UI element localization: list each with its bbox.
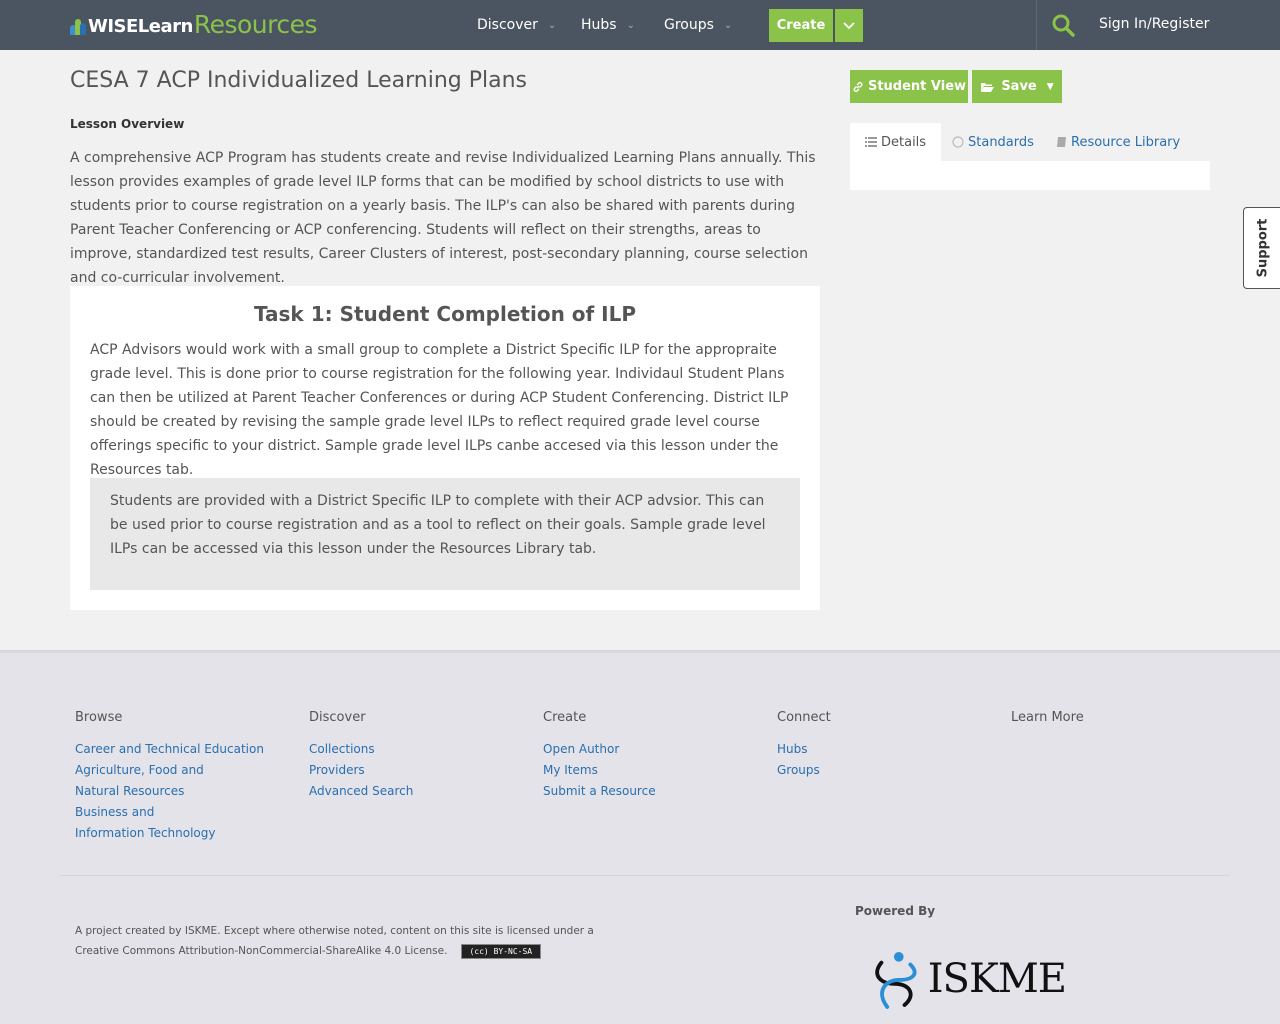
chevron-down-icon: ⌄ (626, 19, 635, 31)
support-tab[interactable]: Support (1243, 207, 1280, 289)
footer-link[interactable]: Hubs (777, 739, 977, 760)
footer-link[interactable]: Providers (309, 760, 509, 781)
nav-hubs[interactable]: Hubs ⌄ (581, 0, 635, 50)
details-panel (850, 161, 1210, 190)
chevron-down-icon (843, 21, 855, 29)
task-title: Task 1: Student Completion of ILP (253, 302, 637, 326)
iskme-logo[interactable]: ISKME (866, 944, 1067, 1014)
footer-link[interactable]: Agriculture, Food and Natural Resources (75, 760, 245, 802)
tab-details-label: Details (881, 134, 927, 150)
footer-col-connect: Connect Hubs Groups (777, 710, 977, 781)
footer-heading: Connect (777, 710, 831, 725)
footer-link[interactable]: Business and Information Technology (75, 802, 225, 844)
footer-heading: Learn More (1011, 710, 1084, 725)
footer-heading: Discover (309, 710, 366, 725)
folder-open-icon (981, 82, 995, 92)
student-instructions-text: Students are provided with a District Sp… (110, 493, 766, 557)
footer-col-learn-more: Learn More (1011, 710, 1211, 739)
create-dropdown-button[interactable] (835, 9, 863, 42)
footer-heading: Browse (75, 710, 123, 725)
resource-tabs: Details Standards Resource Library (850, 123, 1210, 161)
footer-heading: Create (543, 710, 587, 725)
iskme-logo-text: ISKME (927, 956, 1067, 1002)
header-divider (1036, 0, 1037, 50)
iskme-figure-icon (875, 952, 917, 1009)
save-button[interactable]: Save ▼ (972, 70, 1062, 103)
top-nav-bar: WISELearn Resources Discover ⌄ Hubs ⌄ Gr… (0, 0, 1280, 50)
list-icon (865, 137, 877, 147)
tab-resource-library-label: Resource Library (1071, 134, 1181, 150)
student-view-label: Student View (867, 79, 967, 94)
cc-license-badge[interactable]: (cc) BY-NC-SA (460, 943, 541, 959)
license-notice: A project created by ISKME. Except where… (75, 921, 635, 961)
footer-col-browse: Browse Career and Technical Education Ag… (75, 710, 275, 844)
create-button[interactable]: Create (769, 9, 833, 42)
task-body: ACP Advisors would work with a small gro… (90, 342, 789, 478)
footer-link[interactable]: Advanced Search (309, 781, 509, 802)
nav-hubs-label: Hubs (581, 17, 617, 33)
powered-by-label: Powered By (855, 904, 936, 918)
site-footer: Browse Career and Technical Education Ag… (0, 650, 1280, 1024)
footer-divider (60, 875, 1230, 876)
logo-mark-icon (70, 19, 86, 35)
lesson-overview-heading: Lesson Overview (70, 117, 185, 131)
lesson-overview-text: A comprehensive ACP Program has students… (70, 150, 816, 286)
footer-link[interactable]: Open Author (543, 739, 743, 760)
nav-discover-label: Discover (477, 17, 538, 33)
save-label: Save (1001, 79, 1037, 94)
logo-resources-text: Resources (193, 10, 318, 39)
footer-col-discover: Discover Collections Providers Advanced … (309, 710, 509, 802)
book-icon (1057, 137, 1066, 147)
footer-col-create: Create Open Author My Items Submit a Res… (543, 710, 743, 802)
circle-icon (952, 136, 964, 148)
nav-groups-label: Groups (664, 17, 714, 33)
student-view-button[interactable]: Student View (850, 70, 968, 103)
link-icon (853, 81, 863, 92)
chevron-down-icon: ⌄ (723, 19, 733, 31)
footer-link[interactable]: Collections (309, 739, 509, 760)
caret-down-icon: ▼ (1046, 81, 1054, 92)
footer-link[interactable]: My Items (543, 760, 743, 781)
footer-link[interactable]: Career and Technical Education (75, 739, 275, 760)
chevron-down-icon: ⌄ (547, 19, 557, 31)
tab-details[interactable]: Details (850, 123, 942, 161)
footer-link[interactable]: Groups (777, 760, 977, 781)
task-card: Task 1: Student Completion of ILP ACP Ad… (70, 286, 820, 610)
page-title: CESA 7 ACP Individualized Learning Plans (70, 68, 528, 93)
support-label: Support (1255, 218, 1271, 278)
nav-groups[interactable]: Groups ⌄ (664, 0, 732, 50)
search-icon[interactable] (1051, 13, 1075, 37)
tab-standards[interactable]: Standards (952, 123, 1034, 161)
nav-discover[interactable]: Discover ⌄ (477, 0, 556, 50)
footer-link[interactable]: Submit a Resource (543, 781, 743, 802)
student-instructions-box: Students are provided with a District Sp… (90, 478, 800, 590)
tab-resource-library[interactable]: Resource Library (1056, 123, 1180, 161)
sign-in-register-link[interactable]: Sign In/Register (1099, 16, 1209, 32)
tab-standards-label: Standards (968, 134, 1034, 150)
logo-wise-text: WISELearn (88, 16, 193, 37)
wiselearn-logo[interactable]: WISELearn Resources (70, 10, 318, 39)
